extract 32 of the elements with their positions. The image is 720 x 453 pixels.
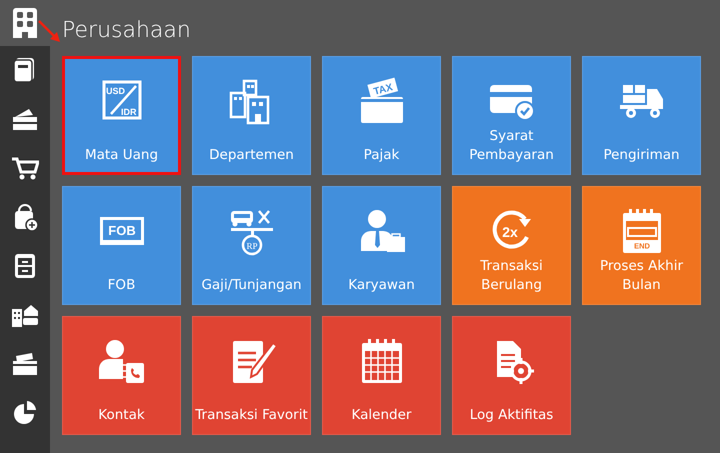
tile-label: Pajak [364,146,400,165]
tile-label: Mata Uang [84,146,158,165]
tile-label: Pengiriman [603,146,680,165]
menu-tile[interactable]: Karyawan [322,186,441,305]
page-title: Perusahaan [62,18,191,45]
tile-label: Syarat Pembayaran [468,127,555,165]
menu-tile[interactable]: TAX Pajak [322,56,441,175]
menu-tile[interactable]: USD IDR Mata Uang [62,56,181,175]
building-icon[interactable] [12,8,38,38]
tile-label: Gaji/Tunjangan [201,276,302,295]
pie-chart-icon[interactable] [11,399,39,427]
card-tag-icon[interactable] [11,350,39,378]
tile-label: Karyawan [348,276,415,295]
menu-tile[interactable]: Kalender [322,316,441,435]
menu-tile[interactable]: Transaksi Favorit [192,316,311,435]
tile-label: Log Aktifitas [470,406,554,425]
menu-tile[interactable]: FOB FOB [62,186,181,305]
pointer-arrow [36,18,62,44]
tile-label: Departemen [209,146,294,165]
tile-label: Kontak [98,406,145,425]
menu-tile[interactable]: RP Gaji/Tunjangan [192,186,311,305]
tile-label: Transaksi Favorit [195,406,308,425]
menu-tile[interactable]: Syarat Pembayaran [452,56,571,175]
menu-tile[interactable]: Log Aktifitas [452,316,571,435]
menu-tile[interactable]: Departemen [192,56,311,175]
tile-label: Kalender [352,406,412,425]
tile-label: Transaksi Berulang [479,257,544,295]
tile-label: Proses Akhir Bulan [599,257,684,295]
menu-tile[interactable]: 2x Transaksi Berulang [452,186,571,305]
menu-tile[interactable]: Kontak [62,316,181,435]
menu-tile[interactable]: Pengiriman [582,56,701,175]
tile-label: FOB [108,276,136,295]
